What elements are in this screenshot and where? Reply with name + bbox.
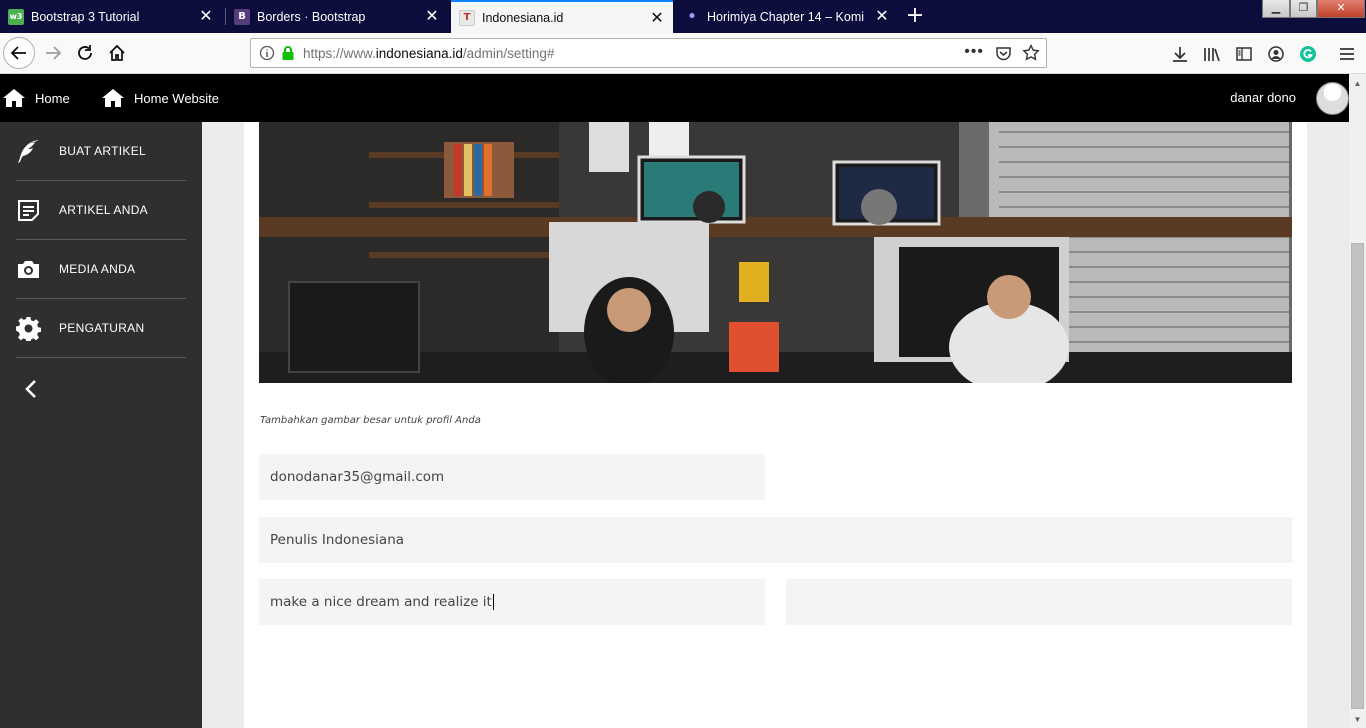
username-label[interactable]: danar dono — [1230, 90, 1296, 105]
document-icon — [16, 198, 41, 223]
tab-title: Indonesiana.id — [482, 10, 564, 25]
scroll-up-arrow-icon[interactable]: ▲ — [1349, 75, 1366, 92]
chevron-left-icon — [25, 380, 36, 398]
extra-field[interactable] — [786, 579, 1292, 625]
nav-home-label: Home — [35, 90, 70, 106]
browser-nav-bar: https://www. indonesiana.id/admin/setting… — [0, 33, 1366, 74]
home-icon — [3, 89, 25, 107]
bio-value: make a nice dream and realize it — [270, 594, 492, 610]
forward-button[interactable] — [37, 37, 69, 69]
avatar[interactable] — [1316, 82, 1349, 115]
nav-home-website-link[interactable]: Home Website — [102, 74, 219, 122]
tab-indonesiana[interactable]: T Indonesiana.id ✕ — [451, 0, 673, 33]
reload-button[interactable] — [69, 37, 101, 69]
reload-icon — [78, 45, 92, 60]
library-icon[interactable] — [1203, 45, 1221, 63]
tab-borders-bootstrap[interactable]: B Borders · Bootstrap ✕ — [226, 0, 448, 33]
new-tab-button[interactable]: + — [902, 4, 928, 30]
tab-title: Bootstrap 3 Tutorial — [31, 9, 140, 24]
collapse-sidebar-button[interactable] — [20, 377, 44, 401]
page-actions-icon[interactable]: ••• — [964, 43, 984, 61]
profile-title-value: Penulis Indonesiana — [270, 532, 405, 548]
close-window-button[interactable]: ✕ — [1317, 0, 1365, 18]
url-scheme: https://www. — [303, 45, 376, 61]
back-button[interactable] — [3, 37, 35, 69]
dot-favicon-icon: • — [687, 8, 697, 25]
cover-caption: Tambahkan gambar besar untuk profil Anda — [260, 415, 481, 426]
bootstrap-favicon-icon: B — [234, 8, 250, 25]
lock-icon[interactable] — [281, 45, 295, 61]
account-icon[interactable] — [1267, 45, 1285, 63]
tab-horimiya[interactable]: • Horimiya Chapter 14 – Komikcast ✕ — [676, 0, 898, 33]
close-tab-icon[interactable]: ✕ — [874, 8, 890, 24]
tab-title: Horimiya Chapter 14 – Komikcast — [707, 9, 864, 24]
indonesiana-favicon-icon: T — [459, 9, 475, 26]
gear-icon — [16, 316, 41, 341]
sidebar-item-media-anda[interactable]: MEDIA ANDA — [16, 240, 186, 299]
close-tab-icon[interactable]: ✕ — [424, 8, 440, 24]
tab-bootstrap-tutorial[interactable]: w3 Bootstrap 3 Tutorial ✕ — [0, 0, 222, 33]
sidebar-item-label: MEDIA ANDA — [59, 262, 136, 276]
maximize-window-button[interactable]: ❐ — [1290, 0, 1317, 18]
office-photo — [259, 122, 1292, 383]
sidebar-item-label: ARTIKEL ANDA — [59, 203, 148, 217]
profile-cover-image[interactable] — [259, 122, 1292, 383]
profile-title-field[interactable]: Penulis Indonesiana — [259, 517, 1292, 563]
feather-icon — [16, 139, 41, 164]
email-field[interactable]: donodanar35@gmail.com — [259, 454, 765, 500]
app-header: Home Home Website danar dono — [0, 74, 1349, 122]
text-caret — [492, 594, 494, 610]
home-icon — [102, 89, 124, 107]
bookmark-star-icon[interactable] — [1022, 44, 1040, 62]
url-path: /admin/setting# — [462, 45, 555, 61]
camera-icon — [16, 257, 41, 282]
tab-title: Borders · Bootstrap — [257, 9, 366, 24]
back-arrow-icon — [10, 46, 26, 60]
sidebar-item-pengaturan[interactable]: PENGATURAN — [16, 299, 186, 358]
sidebar-toggle-icon[interactable] — [1235, 45, 1253, 63]
sidebar-item-label: BUAT ARTIKEL — [59, 144, 146, 158]
w3schools-favicon-icon: w3 — [8, 8, 24, 25]
hamburger-menu-icon[interactable] — [1338, 45, 1356, 63]
bio-field[interactable]: make a nice dream and realize it — [259, 579, 765, 625]
close-tab-icon[interactable]: ✕ — [649, 10, 665, 26]
home-button[interactable] — [101, 37, 133, 69]
scrollbar-thumb[interactable] — [1351, 243, 1364, 709]
sidebar-item-artikel-anda[interactable]: ARTIKEL ANDA — [16, 181, 186, 240]
grammarly-icon[interactable] — [1299, 45, 1317, 63]
downloads-icon[interactable] — [1171, 45, 1189, 63]
info-icon[interactable] — [259, 45, 275, 61]
url-bar[interactable]: https://www. indonesiana.id/admin/setting… — [250, 38, 1047, 68]
forward-arrow-icon — [46, 46, 62, 60]
pocket-icon[interactable] — [995, 45, 1012, 62]
minimize-window-button[interactable]: ▁ — [1262, 0, 1290, 18]
url-domain: indonesiana.id — [375, 45, 463, 61]
home-icon — [109, 44, 125, 61]
email-value: donodanar35@gmail.com — [270, 469, 445, 485]
browser-tab-strip: w3 Bootstrap 3 Tutorial ✕ B Borders · Bo… — [0, 0, 1366, 33]
nav-home-website-label: Home Website — [134, 90, 220, 106]
nav-home-link[interactable]: Home — [3, 74, 70, 122]
scroll-down-arrow-icon[interactable]: ▼ — [1349, 711, 1366, 728]
sidebar-item-label: PENGATURAN — [59, 321, 145, 335]
sidebar-item-buat-artikel[interactable]: BUAT ARTIKEL — [16, 122, 186, 181]
sidebar: BUAT ARTIKEL ARTIKEL ANDA MEDIA ANDA PEN… — [0, 122, 202, 728]
close-tab-icon[interactable]: ✕ — [198, 8, 214, 24]
